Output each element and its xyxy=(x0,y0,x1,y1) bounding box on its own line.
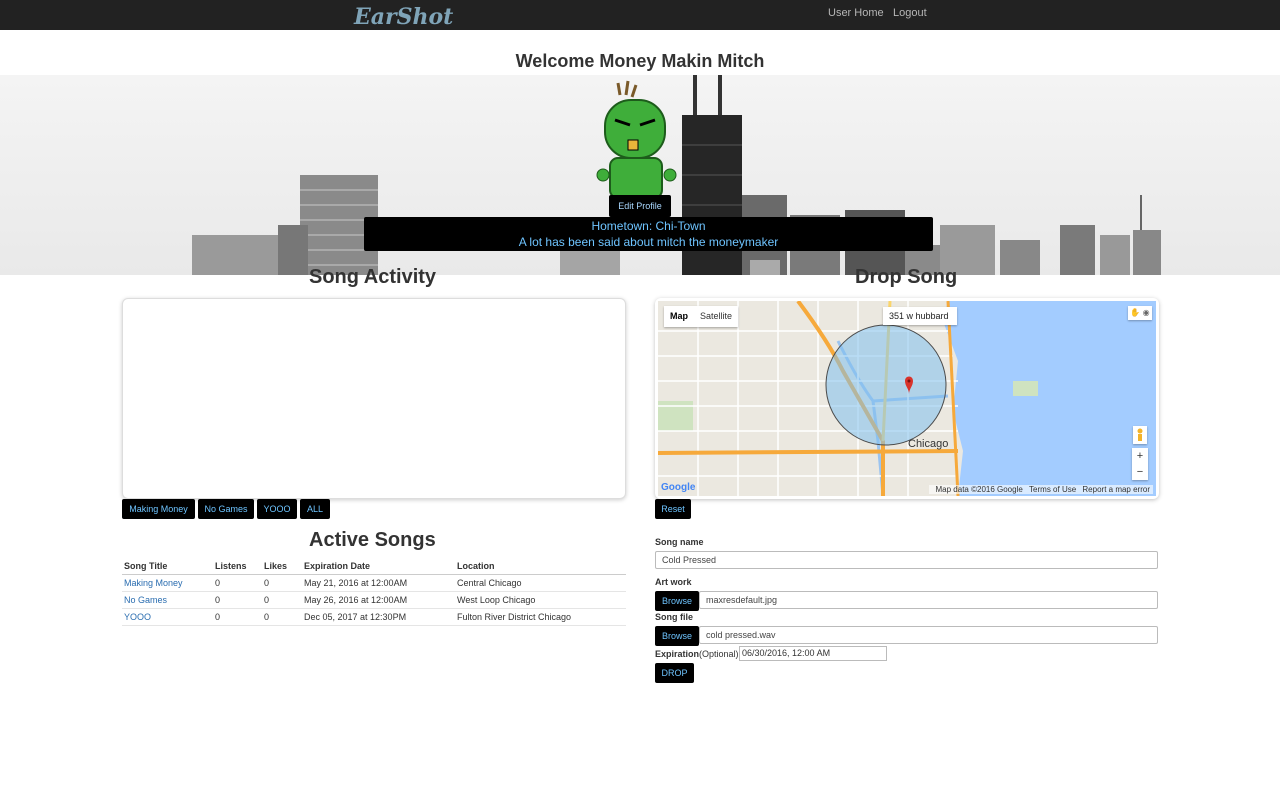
col-expiration-date: Expiration Date xyxy=(302,558,455,575)
drop-song-heading: Drop Song xyxy=(855,266,958,288)
map-zoom-control: + − xyxy=(1132,448,1148,480)
filter-yooo-button[interactable]: YOOO xyxy=(257,499,297,519)
nav-user-home-link[interactable]: User Home xyxy=(828,7,884,19)
reset-button[interactable]: Reset xyxy=(655,499,691,519)
location-cell: Central Chicago xyxy=(455,574,626,592)
artwork-label: Art work xyxy=(655,577,692,587)
optional-label-text: (Optional) xyxy=(699,649,739,659)
song-activity-chart xyxy=(122,298,626,499)
likes-cell: 0 xyxy=(262,608,302,626)
song-title-link[interactable]: No Games xyxy=(122,591,213,609)
map-panel: Chicago Map Satellite 351 w hubbard ✋ ◉ … xyxy=(655,298,1159,499)
map-fullscreen-icon[interactable]: ✋ ◉ xyxy=(1128,306,1152,320)
listens-cell: 0 xyxy=(213,591,262,609)
filter-all-button[interactable]: ALL xyxy=(300,499,330,519)
zoom-out-button[interactable]: − xyxy=(1132,464,1148,480)
expiration-cell: May 26, 2016 at 12:00AM xyxy=(302,591,455,609)
google-logo-text: Google xyxy=(661,482,696,493)
terms-of-use-link[interactable]: Terms of Use xyxy=(1029,485,1076,494)
pegman-icon[interactable] xyxy=(1133,426,1147,444)
bio-text: A lot has been said about mitch the mone… xyxy=(518,235,779,249)
hometown-text: Hometown: Chi-Town xyxy=(591,219,706,233)
likes-cell: 0 xyxy=(262,591,302,609)
song-file-label: Song file xyxy=(655,612,693,622)
location-cell: West Loop Chicago xyxy=(455,591,626,609)
report-map-error-link[interactable]: Report a map error xyxy=(1082,485,1150,494)
song-title-link[interactable]: Making Money xyxy=(122,574,213,592)
artwork-browse-button[interactable]: Browse xyxy=(655,591,699,611)
active-songs-table: Song Title Listens Likes Expiration Date… xyxy=(122,558,626,626)
expiration-cell: May 21, 2016 at 12:00AM xyxy=(302,574,455,592)
nav-logout-link[interactable]: Logout xyxy=(893,7,927,19)
song-file-browse-button[interactable]: Browse xyxy=(655,626,699,646)
listens-cell: 0 xyxy=(213,574,262,592)
drop-button[interactable]: DROP xyxy=(655,663,694,683)
col-location: Location xyxy=(455,558,626,575)
expiration-input[interactable]: 06/30/2016, 12:00 AM xyxy=(739,646,887,661)
robot-avatar-icon xyxy=(596,80,677,199)
edit-profile-button[interactable]: Edit Profile xyxy=(609,195,671,217)
expiration-label-text: Expiration xyxy=(655,649,700,659)
profile-banner: Edit Profile Hometown: Chi-Town A lot ha… xyxy=(0,75,1280,275)
map-type-map-button[interactable]: Map xyxy=(664,306,694,327)
table-header-row: Song Title Listens Likes Expiration Date… xyxy=(122,558,626,575)
map-location-label: 351 w hubbard xyxy=(883,307,957,325)
navbar: EarShot User Home Logout xyxy=(0,0,1280,30)
song-name-input[interactable]: Cold Pressed xyxy=(655,551,1158,569)
map-type-toggle: Map Satellite xyxy=(664,306,739,327)
logo-text: EarShot xyxy=(353,4,453,30)
filter-no-games-button[interactable]: No Games xyxy=(198,499,254,519)
song-title-link[interactable]: YOOO xyxy=(122,608,213,626)
expiration-cell: Dec 05, 2017 at 12:30PM xyxy=(302,608,455,626)
expiration-label: Expiration(Optional) xyxy=(655,649,739,659)
zoom-in-button[interactable]: + xyxy=(1132,448,1148,464)
location-cell: Fulton River District Chicago xyxy=(455,608,626,626)
table-row: No Games 0 0 May 26, 2016 at 12:00AM Wes… xyxy=(122,591,626,609)
google-map[interactable]: Chicago Map Satellite 351 w hubbard ✋ ◉ … xyxy=(658,301,1156,496)
earshot-logo[interactable]: EarShot xyxy=(352,0,458,30)
likes-cell: 0 xyxy=(262,574,302,592)
table-row: YOOO 0 0 Dec 05, 2017 at 12:30PM Fulton … xyxy=(122,608,626,626)
filter-making-money-button[interactable]: Making Money xyxy=(122,499,195,519)
col-listens: Listens xyxy=(213,558,262,575)
profile-info-box: Hometown: Chi-Town A lot has been said a… xyxy=(364,217,933,251)
song-activity-heading: Song Activity xyxy=(309,266,437,288)
song-name-label: Song name xyxy=(655,537,704,547)
artwork-file-input[interactable]: maxresdefault.jpg xyxy=(699,591,1158,609)
song-file-input[interactable]: cold pressed.wav xyxy=(699,626,1158,644)
map-city-label: Chicago xyxy=(908,438,948,450)
active-songs-heading: Active Songs xyxy=(309,529,436,551)
welcome-heading: Welcome Money Makin Mitch xyxy=(515,51,765,71)
google-logo[interactable]: Google xyxy=(661,482,695,493)
map-type-satellite-button[interactable]: Satellite xyxy=(694,306,738,327)
map-data-credit: Map data ©2016 Google xyxy=(935,485,1023,494)
table-row: Making Money 0 0 May 21, 2016 at 12:00AM… xyxy=(122,574,626,592)
col-song-title: Song Title xyxy=(122,558,213,575)
map-footer: Map data ©2016 Google Terms of Use Repor… xyxy=(928,485,1153,494)
listens-cell: 0 xyxy=(213,608,262,626)
col-likes: Likes xyxy=(262,558,302,575)
